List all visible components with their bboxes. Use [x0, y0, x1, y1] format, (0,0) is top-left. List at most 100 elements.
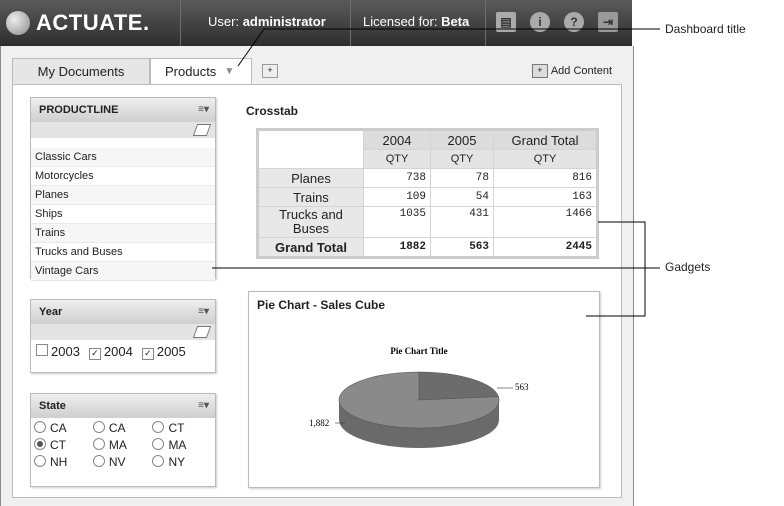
- table-cell: 54: [430, 187, 494, 207]
- table-cell: 2445: [493, 237, 598, 258]
- tab-label: Products: [165, 64, 217, 79]
- pie-slice: [418, 371, 499, 401]
- table-cell: 1035: [363, 206, 431, 238]
- add-content-button[interactable]: + Add Content: [531, 64, 612, 78]
- state-radio-MA[interactable]: MA: [152, 438, 206, 452]
- radio-button[interactable]: [92, 455, 105, 467]
- chevron-down-icon[interactable]: ▼: [224, 66, 234, 77]
- state-radio-CT[interactable]: CT: [34, 438, 87, 452]
- year-checkbox-2005[interactable]: ✓ 2005: [139, 344, 186, 360]
- radio-label: CA: [108, 421, 126, 435]
- tab-label: My Documents: [37, 64, 125, 79]
- radio-button[interactable]: [152, 421, 165, 433]
- radio-button[interactable]: [92, 438, 105, 450]
- crosstab-table: 2004 2005 Grand Total QTY QTY QTY Planes…: [256, 128, 599, 259]
- row-header: Planes: [257, 168, 364, 188]
- measure-header: QTY: [493, 149, 598, 169]
- gadget-header: PRODUCTLINE ≡▾: [31, 98, 215, 122]
- radio-label: CT: [50, 438, 66, 452]
- info-icon[interactable]: i: [530, 12, 550, 32]
- tab-my-documents[interactable]: My Documents: [12, 58, 150, 84]
- measure-header: QTY: [363, 149, 431, 169]
- radio-label: CT: [168, 421, 185, 435]
- add-content-icon: +: [531, 64, 548, 78]
- gadget-menu-icon[interactable]: ≡▾: [198, 104, 209, 115]
- tab-products[interactable]: Products ▼: [150, 58, 252, 84]
- crosstab-title: Crosstab: [246, 104, 299, 118]
- row-header: Grand Total: [257, 237, 364, 258]
- state-gadget: State ≡▾ CA CA CT CT MA MA NH NV NY: [30, 393, 216, 487]
- profile-card-icon[interactable]: ▤: [496, 12, 516, 32]
- radio-button[interactable]: [34, 455, 46, 467]
- column-header: 2004: [363, 129, 431, 150]
- clear-selection: [31, 122, 215, 138]
- list-item[interactable]: Vintage Cars: [31, 262, 215, 281]
- table-cell: 816: [493, 168, 598, 188]
- table-cell: 78: [430, 168, 494, 188]
- help-icon[interactable]: ?: [564, 12, 584, 32]
- gadget-title: State: [39, 400, 66, 412]
- table-cell: 431: [430, 206, 494, 238]
- tab-strip: My Documents Products ▼ + + Add Content: [12, 58, 620, 84]
- checkbox[interactable]: [36, 344, 48, 357]
- pie-chart-gadget: Pie Chart - Sales Cube Pie Chart Title 56…: [248, 291, 600, 488]
- gadget-menu-icon[interactable]: ≡▾: [198, 306, 209, 317]
- radio-button[interactable]: [34, 421, 46, 433]
- checkbox-label: 2003: [51, 344, 80, 360]
- gadget-title: PRODUCTLINE: [39, 104, 119, 116]
- data-label: 563: [515, 382, 529, 392]
- year-checkbox-2003[interactable]: 2003: [33, 344, 80, 359]
- gadget-title: Year: [39, 306, 63, 318]
- radio-button[interactable]: [34, 438, 46, 450]
- radio-label: NV: [108, 455, 126, 469]
- eraser-icon[interactable]: [192, 326, 212, 338]
- divider: [180, 0, 181, 46]
- actuate-logo: ACTUATE.: [6, 8, 150, 38]
- table-row: Trains 109 54 163: [257, 187, 598, 207]
- list-item[interactable]: Trains: [31, 224, 215, 243]
- clear-selection: [31, 324, 215, 340]
- table-total-row: Grand Total 1882 563 2445: [257, 237, 598, 258]
- corner-cell: [257, 129, 364, 150]
- divider: [350, 0, 351, 46]
- productline-gadget: PRODUCTLINE ≡▾ Classic Cars Motorcycles Pl…: [30, 97, 216, 281]
- table-header-row: 2004 2005 Grand Total: [257, 129, 598, 150]
- state-radio-NV[interactable]: NV: [92, 455, 147, 469]
- state-radio-MA[interactable]: MA: [92, 438, 147, 452]
- radio-button[interactable]: [92, 421, 105, 433]
- radio-button[interactable]: [152, 438, 165, 450]
- list-item[interactable]: Ships: [31, 205, 215, 224]
- measure-header: QTY: [430, 149, 494, 169]
- list-item[interactable]: Trucks and Buses: [31, 243, 215, 262]
- actuate-logo-icon: [6, 11, 30, 35]
- list-item[interactable]: Motorcycles: [31, 167, 215, 186]
- state-radio-CA[interactable]: CA: [92, 421, 147, 435]
- checkbox[interactable]: ✓: [88, 347, 101, 360]
- state-radio-CT[interactable]: CT: [152, 421, 206, 435]
- state-options: CA CA CT CT MA MA NH NV NY: [31, 418, 215, 472]
- table-measure-row: QTY QTY QTY: [257, 149, 598, 169]
- radio-button[interactable]: [152, 455, 165, 467]
- list-item[interactable]: Classic Cars: [31, 148, 215, 167]
- eraser-icon[interactable]: [192, 124, 212, 136]
- productline-list: Classic Cars Motorcycles Planes Ships Trains…: [31, 148, 215, 281]
- state-radio-NY[interactable]: NY: [152, 455, 206, 469]
- year-gadget: Year ≡▾ 2003 ✓ 2004 ✓ 2005: [30, 299, 216, 373]
- radio-label: NH: [50, 455, 68, 469]
- divider: [485, 0, 486, 46]
- table-cell: 738: [363, 168, 431, 188]
- state-radio-CA[interactable]: CA: [34, 421, 87, 435]
- checkbox-label: 2004: [103, 344, 133, 359]
- table-cell: 109: [363, 187, 431, 207]
- top-bar: ACTUATE. User: administrator Licensed fo…: [0, 0, 632, 46]
- license-info: Licensed for: Beta: [363, 14, 469, 29]
- state-radio-NH[interactable]: NH: [34, 455, 87, 469]
- checkbox[interactable]: ✓: [141, 347, 154, 360]
- year-checkbox-2004[interactable]: ✓ 2004: [86, 344, 133, 360]
- add-content-label: Add Content: [550, 65, 612, 77]
- column-header: Grand Total: [493, 129, 598, 150]
- list-item[interactable]: Planes: [31, 186, 215, 205]
- gadget-menu-icon[interactable]: ≡▾: [198, 400, 209, 411]
- new-tab-icon[interactable]: +: [262, 64, 278, 78]
- logout-icon[interactable]: ⇥: [598, 12, 618, 32]
